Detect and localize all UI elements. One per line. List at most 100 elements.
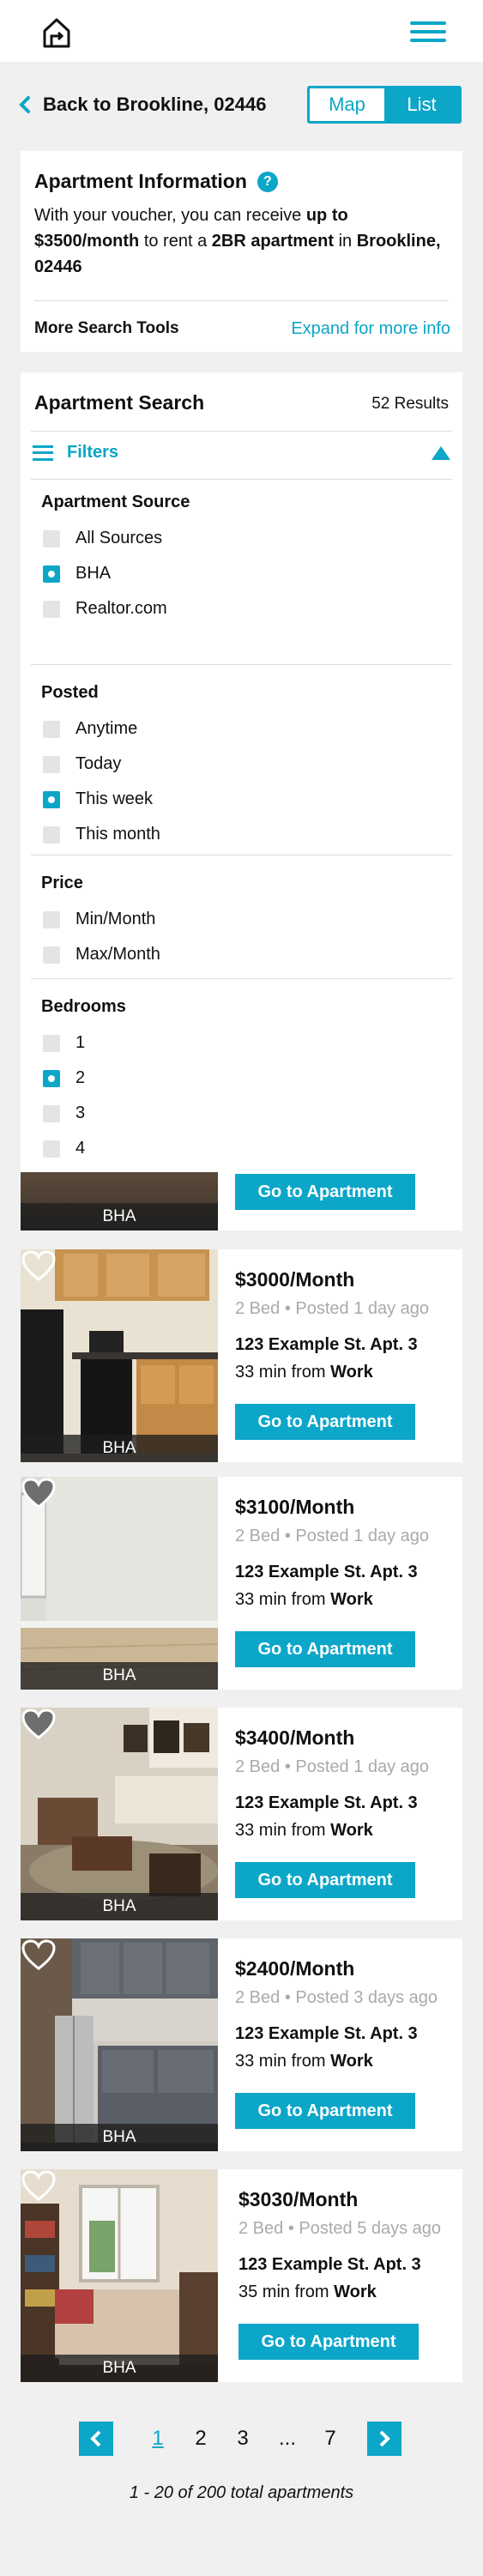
filter-option-label: BHA (75, 564, 112, 583)
listing-address: 123 Example St. Apt. 3 (235, 1563, 418, 1581)
page-link-7[interactable]: 7 (317, 2427, 343, 2451)
commute-place: Work (330, 1363, 373, 1382)
listing-commute: 33 min from Work (235, 1821, 373, 1841)
go-to-apartment-button[interactable]: Go to Apartment (238, 2324, 419, 2360)
checkbox[interactable] (43, 825, 60, 844)
checkbox[interactable] (43, 946, 60, 964)
chevron-left-icon[interactable] (79, 2422, 113, 2456)
listing-card: BHA $2400/Month 2 Bed • Posted 3 days ago 1… (21, 1938, 462, 2151)
filter-option[interactable]: This week (43, 789, 153, 809)
listing-meta: 2 Bed • Posted 5 days ago (238, 2219, 442, 2238)
chevron-right-icon[interactable] (367, 2422, 401, 2456)
heart-icon[interactable] (21, 1249, 57, 1282)
go-to-apartment-button[interactable]: Go to Apartment (235, 1631, 415, 1667)
filter-option-label: 1 (75, 1033, 86, 1052)
checkbox[interactable] (43, 910, 60, 928)
hamburger-menu-icon[interactable] (410, 21, 446, 44)
listing-card: BHA $3100/Month 2 Bed • Posted 1 day ago 12… (21, 1477, 462, 1690)
apartment-search-card: Apartment Search 52 Results Filters Apar… (21, 372, 462, 1231)
heart-icon[interactable] (21, 2169, 57, 2202)
checkbox[interactable] (43, 755, 60, 773)
listing-photo[interactable]: BHA (21, 1708, 218, 1920)
divider (31, 479, 452, 480)
heart-icon[interactable] (21, 1938, 57, 1971)
listing-photo[interactable]: BHA (21, 1938, 218, 2151)
page-ellipsis: ... (278, 2427, 296, 2450)
help-icon[interactable]: ? (257, 171, 278, 192)
filter-option[interactable]: This month (43, 825, 160, 844)
map-view-button[interactable]: Map (310, 88, 384, 121)
listing-meta: 2 Bed • Posted 3 days ago (235, 1988, 438, 2007)
listing-photo[interactable]: BHA (21, 2169, 218, 2382)
commute-place: Work (330, 1590, 373, 1609)
listing-photo[interactable]: BHA (21, 1249, 218, 1462)
listing-price: $3030/Month (238, 2188, 359, 2210)
listing-source: BHA (21, 2124, 218, 2151)
listing-commute: 33 min from Work (235, 1590, 373, 1610)
home-icon[interactable] (39, 15, 74, 50)
listing-meta: 2 Bed • Posted 1 day ago (235, 1299, 430, 1318)
commute-place: Work (334, 2283, 377, 2301)
listing-photo[interactable]: BHA (21, 1477, 218, 1690)
filter-lines-icon (33, 444, 53, 461)
heart-icon[interactable] (21, 1708, 57, 1740)
filter-option[interactable]: Anytime (43, 719, 137, 739)
commute-place: Work (330, 1821, 373, 1840)
filters-toggle[interactable]: Filters (33, 443, 450, 477)
more-search-tools-label: More Search Tools (34, 319, 179, 337)
heart-icon[interactable] (21, 1477, 57, 1509)
listing-commute: 35 min from Work (238, 2283, 377, 2302)
go-to-apartment-button[interactable]: Go to Apartment (235, 1174, 415, 1210)
back-link[interactable]: Back to Brookline, 02446 (19, 93, 266, 117)
go-to-apartment-button[interactable]: Go to Apartment (235, 1404, 415, 1440)
checkbox[interactable] (43, 1140, 60, 1158)
filter-option-label: 2 (75, 1068, 86, 1087)
list-view-button[interactable]: List (384, 88, 459, 121)
filter-group-title: Bedrooms (41, 997, 126, 1016)
filter-option-label: Realtor.com (75, 599, 167, 618)
listing-source: BHA (21, 1893, 218, 1920)
filter-option[interactable]: Today (43, 754, 121, 774)
info-text-2: to rent a (139, 232, 212, 251)
checkbox[interactable] (43, 529, 60, 547)
filter-option[interactable]: 1 (43, 1033, 85, 1053)
filter-option[interactable]: BHA (43, 564, 111, 584)
filter-option-label: 4 (75, 1139, 86, 1158)
collapse-triangle-icon[interactable] (432, 446, 450, 460)
go-to-apartment-button[interactable]: Go to Apartment (235, 2093, 415, 2129)
filter-option[interactable]: All Sources (43, 529, 162, 548)
filter-option[interactable]: 3 (43, 1104, 85, 1123)
listing-commute: 33 min from Work (235, 2052, 373, 2071)
divider (31, 664, 452, 665)
commute-time: 35 min from (238, 2283, 335, 2301)
page-link-3[interactable]: 3 (230, 2427, 256, 2451)
checkbox-checked[interactable] (43, 790, 60, 808)
apartment-info-card: Apartment Information ? With your vouche… (21, 151, 462, 352)
checkbox[interactable] (43, 1104, 60, 1122)
search-title: Apartment Search (34, 391, 205, 414)
results-count: 52 Results (371, 395, 449, 413)
filter-option[interactable]: Realtor.com (43, 599, 167, 619)
checkbox-checked[interactable] (43, 1069, 60, 1087)
checkbox[interactable] (43, 720, 60, 738)
info-text-3: in (334, 232, 357, 251)
commute-time: 33 min from (235, 1363, 331, 1382)
listing-card-partial: BHA Go to Apartment (21, 1172, 462, 1231)
checkbox-checked[interactable] (43, 565, 60, 583)
expand-info-link[interactable]: Expand for more info (291, 319, 450, 339)
divider (34, 300, 449, 301)
filter-option[interactable]: 2 (43, 1068, 85, 1088)
filter-option[interactable]: 4 (43, 1139, 85, 1158)
filters-label-group[interactable]: Filters (33, 443, 118, 463)
go-to-apartment-button[interactable]: Go to Apartment (235, 1862, 415, 1898)
checkbox[interactable] (43, 1034, 60, 1052)
page-link-1[interactable]: 1 (145, 2427, 171, 2451)
listing-commute: 33 min from Work (235, 1363, 373, 1382)
filter-option[interactable]: Min/Month (43, 910, 155, 929)
info-text-1: With your voucher, you can receive (34, 206, 306, 225)
nav-row: Back to Brookline, 02446 Map List (0, 81, 483, 125)
filter-option[interactable]: Max/Month (43, 945, 160, 964)
page-link-2[interactable]: 2 (188, 2427, 214, 2451)
checkbox[interactable] (43, 600, 60, 618)
listing-address: 123 Example St. Apt. 3 (235, 1793, 418, 1812)
